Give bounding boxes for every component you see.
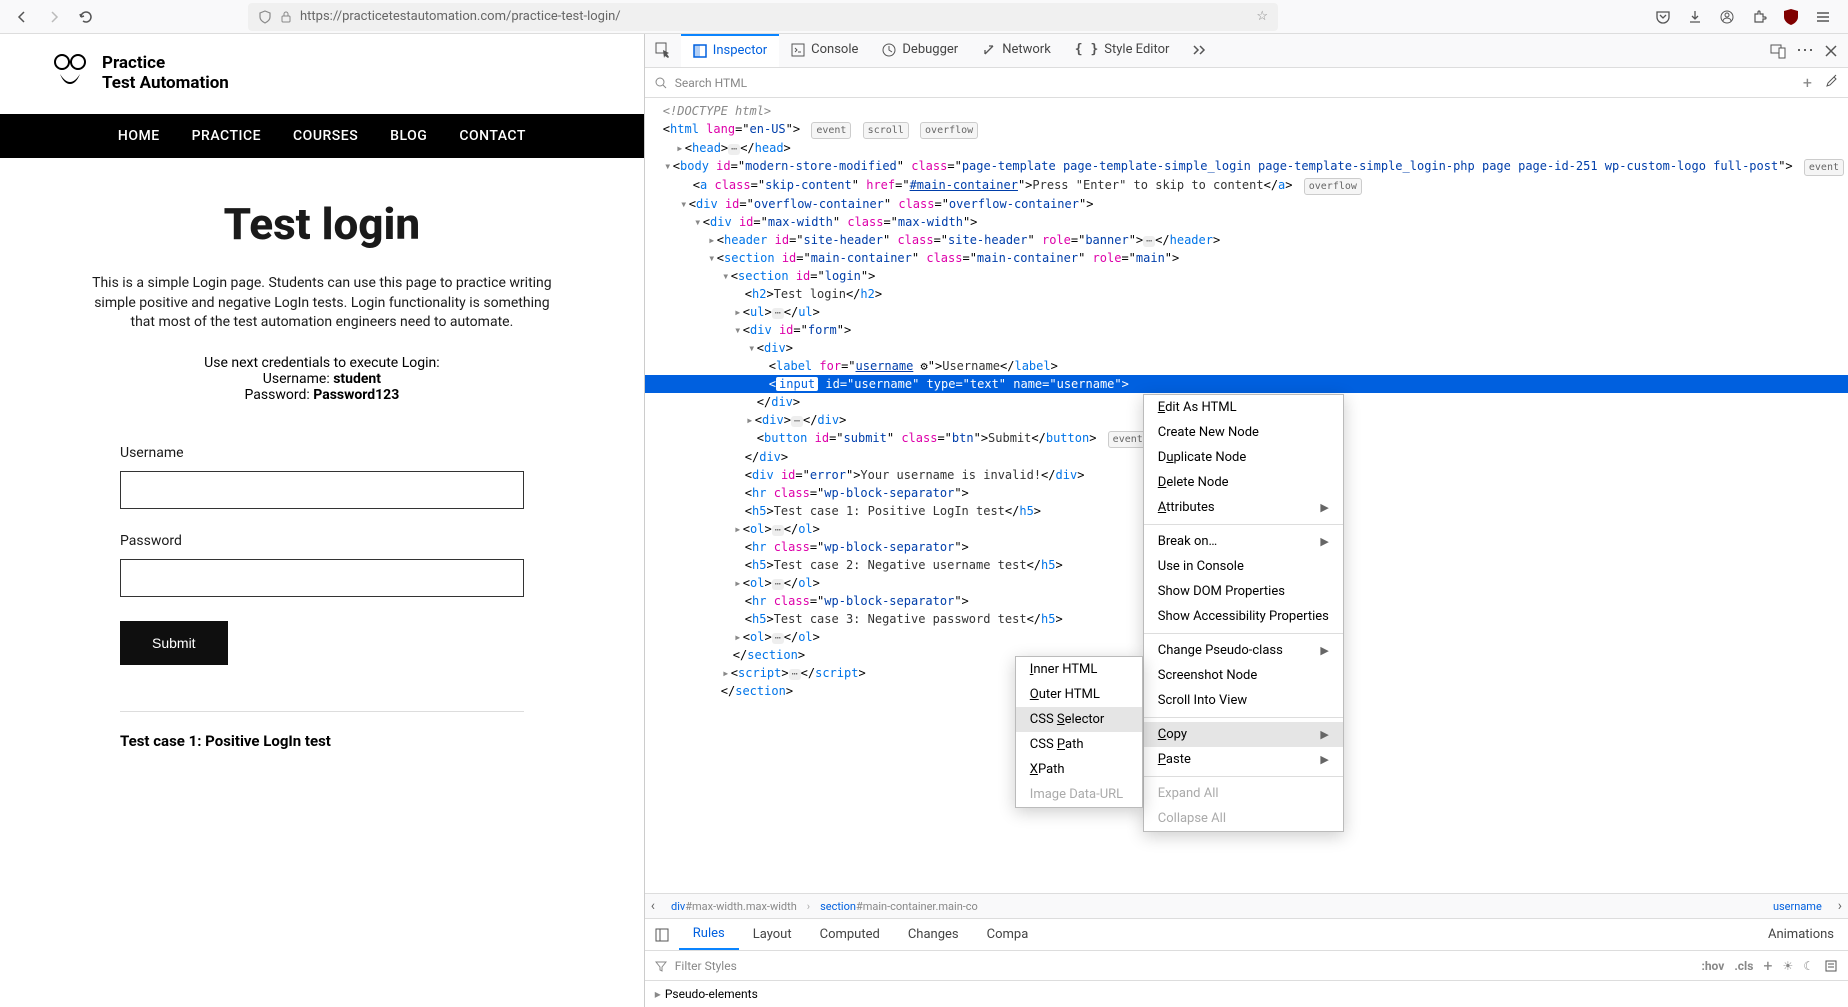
credentials-password: Password: Password123	[0, 387, 644, 403]
rules-tabs: Rules Layout Computed Changes Compa Anim…	[645, 919, 1848, 951]
hov-toggle[interactable]: :hov	[1701, 959, 1724, 973]
logo-text-1: Practice	[102, 54, 229, 74]
nav-practice[interactable]: PRACTICE	[192, 128, 261, 144]
site-logo[interactable]: Practice Test Automation	[0, 34, 644, 114]
html-search-bar[interactable]: Search HTML +	[645, 68, 1848, 98]
separator	[120, 711, 524, 712]
ctx-paste[interactable]: Paste▶	[1144, 747, 1343, 772]
selected-tree-node[interactable]: <input id="username" type="text" name="u…	[645, 375, 1848, 393]
pseudo-elements-section[interactable]: ▸Pseudo-elements	[645, 981, 1848, 1007]
ctx-show-dom[interactable]: Show DOM Properties	[1144, 579, 1343, 604]
more-menu-icon[interactable]: ⋯	[1796, 40, 1814, 61]
ublock-icon[interactable]	[1782, 8, 1800, 26]
test-case-1-title: Test case 1: Positive LogIn test	[120, 732, 524, 750]
credentials-username: Username: student	[0, 371, 644, 387]
username-input[interactable]	[120, 471, 524, 509]
dark-scheme-icon[interactable]: ☾	[1803, 959, 1814, 973]
ctx-copy-inner[interactable]: Inner HTML	[1016, 657, 1142, 682]
browser-toolbar: https://practicetestautomation.com/pract…	[0, 0, 1848, 34]
close-devtools-icon[interactable]	[1824, 44, 1838, 58]
light-scheme-icon[interactable]: ☀	[1782, 959, 1793, 973]
nav-contact[interactable]: CONTACT	[459, 128, 526, 144]
nav-blog[interactable]: BLOG	[390, 128, 427, 144]
logo-icon	[50, 52, 90, 96]
password-label: Password	[120, 533, 524, 549]
pick-element-button[interactable]	[645, 34, 681, 67]
ctx-break-on[interactable]: Break on…▶	[1144, 529, 1343, 554]
username-label: Username	[120, 445, 524, 461]
ctx-delete[interactable]: Delete Node	[1144, 470, 1343, 495]
ctx-copy-css-selector[interactable]: CSS Selector	[1016, 707, 1142, 732]
eyedropper-icon[interactable]	[1824, 73, 1838, 92]
context-menu-main[interactable]: Edit As HTML Create New Node Duplicate N…	[1143, 394, 1344, 832]
ctx-scroll-into[interactable]: Scroll Into View	[1144, 688, 1343, 713]
ctx-copy-image-data: Image Data-URL	[1016, 782, 1142, 807]
filter-icon	[655, 960, 667, 972]
tab-debugger[interactable]: Debugger	[870, 34, 970, 67]
btab-layout[interactable]: Layout	[739, 919, 806, 950]
url-bar[interactable]: https://practicetestautomation.com/pract…	[248, 3, 1278, 31]
ctx-use-console[interactable]: Use in Console	[1144, 554, 1343, 579]
ctx-change-pseudo[interactable]: Change Pseudo-class▶	[1144, 638, 1343, 663]
search-icon	[655, 77, 667, 89]
ctx-edit-html[interactable]: Edit As HTML	[1144, 395, 1343, 420]
download-icon[interactable]	[1686, 8, 1704, 26]
menu-icon[interactable]	[1814, 8, 1832, 26]
tab-network[interactable]: Network	[970, 34, 1063, 67]
ctx-collapse-all: Collapse All	[1144, 806, 1343, 831]
btab-animations[interactable]: Animations	[1754, 919, 1848, 950]
ctx-expand-all: Expand All	[1144, 781, 1343, 806]
devtools-panel: Inspector Console Debugger Network { } S…	[644, 34, 1848, 1007]
ctx-create-node[interactable]: Create New Node	[1144, 420, 1343, 445]
pocket-icon[interactable]	[1654, 8, 1672, 26]
ctx-duplicate[interactable]: Duplicate Node	[1144, 445, 1343, 470]
ctx-copy-css-path[interactable]: CSS Path	[1016, 732, 1142, 757]
ctx-attributes[interactable]: Attributes▶	[1144, 495, 1343, 520]
add-rule-icon[interactable]: +	[1763, 956, 1772, 975]
forward-button[interactable]	[40, 3, 68, 31]
breadcrumbs[interactable]: ‹ div#max-width.max-width › section#main…	[645, 893, 1848, 919]
add-node-icon[interactable]: +	[1803, 73, 1812, 92]
toggle-sidebar-icon[interactable]	[645, 919, 679, 950]
context-menu-copy[interactable]: Inner HTML Outer HTML CSS Selector CSS P…	[1015, 656, 1143, 808]
credentials-intro: Use next credentials to execute Login:	[0, 355, 644, 371]
print-media-icon[interactable]	[1824, 959, 1838, 973]
ctx-screenshot[interactable]: Screenshot Node	[1144, 663, 1343, 688]
submit-button[interactable]: Submit	[120, 621, 228, 665]
back-button[interactable]	[8, 3, 36, 31]
tab-style-editor[interactable]: { } Style Editor	[1063, 34, 1182, 67]
logo-text-2: Test Automation	[102, 74, 229, 94]
cls-toggle[interactable]: .cls	[1734, 959, 1753, 973]
page-heading: Test login	[0, 198, 644, 250]
btab-changes[interactable]: Changes	[894, 919, 973, 950]
nav-home[interactable]: HOME	[118, 128, 160, 144]
crumb-next[interactable]: ›	[1832, 898, 1848, 914]
tab-inspector[interactable]: Inspector	[681, 34, 779, 67]
account-icon[interactable]	[1718, 8, 1736, 26]
responsive-mode-icon[interactable]	[1770, 43, 1786, 59]
tab-console[interactable]: Console	[779, 34, 870, 67]
page-description: This is a simple Login page. Students ca…	[87, 274, 557, 333]
url-text: https://practicetestautomation.com/pract…	[300, 9, 1248, 24]
btab-computed[interactable]: Computed	[806, 919, 894, 950]
main-nav: HOME PRACTICE COURSES BLOG CONTACT	[0, 114, 644, 158]
btab-compat[interactable]: Compa	[973, 919, 1043, 950]
bookmark-star-icon[interactable]: ☆	[1256, 9, 1268, 24]
lock-icon	[280, 10, 292, 24]
reload-button[interactable]	[72, 3, 100, 31]
shield-icon	[258, 10, 272, 24]
crumb-prev[interactable]: ‹	[645, 898, 661, 914]
ctx-copy[interactable]: Copy▶	[1144, 722, 1343, 747]
ctx-copy-outer[interactable]: Outer HTML	[1016, 682, 1142, 707]
extensions-icon[interactable]	[1750, 8, 1768, 26]
ctx-copy-xpath[interactable]: XPath	[1016, 757, 1142, 782]
password-input[interactable]	[120, 559, 524, 597]
filter-styles-bar[interactable]: Filter Styles :hov .cls + ☀ ☾	[645, 951, 1848, 981]
ctx-show-a11y[interactable]: Show Accessibility Properties	[1144, 604, 1343, 629]
tabs-overflow[interactable]	[1181, 34, 1219, 67]
btab-rules[interactable]: Rules	[679, 919, 739, 950]
page-viewport: Practice Test Automation HOME PRACTICE C…	[0, 34, 644, 1007]
nav-courses[interactable]: COURSES	[293, 128, 358, 144]
